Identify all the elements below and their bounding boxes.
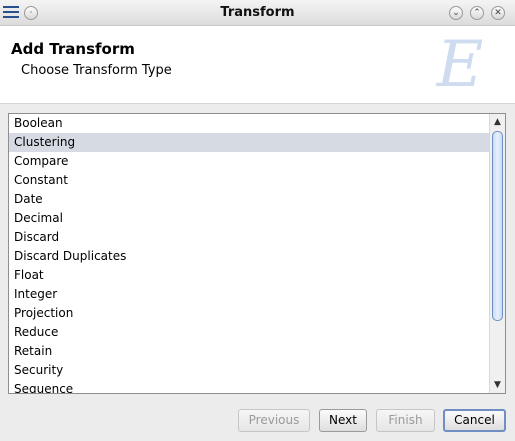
scroll-up-arrow-icon[interactable]: ▲ — [490, 114, 505, 130]
window-title: Transform — [220, 5, 295, 20]
list-item[interactable]: Sequence — [9, 380, 490, 393]
close-button[interactable]: ✕ — [491, 6, 505, 20]
page-title: Add Transform — [11, 40, 135, 58]
list-item[interactable]: Clustering — [9, 133, 490, 152]
scrollbar-thumb[interactable] — [492, 131, 503, 321]
list-item[interactable]: Boolean — [9, 114, 490, 133]
scroll-down-arrow-icon[interactable]: ▼ — [490, 377, 505, 393]
list-item[interactable]: Date — [9, 190, 490, 209]
previous-button[interactable]: Previous — [238, 409, 310, 432]
wizard-logo-icon: E — [436, 28, 484, 102]
list-item[interactable]: Retain — [9, 342, 490, 361]
list-item[interactable]: Discard — [9, 228, 490, 247]
list-item[interactable]: Decimal — [9, 209, 490, 228]
vertical-scrollbar[interactable]: ▲ ▼ — [489, 114, 505, 393]
list-item[interactable]: Security — [9, 361, 490, 380]
list-item[interactable]: Reduce — [9, 323, 490, 342]
minimize-button[interactable]: ⌄ — [449, 6, 463, 20]
list-item[interactable]: Constant — [9, 171, 490, 190]
list-items: Boolean Clustering Compare Constant Date Deci… — [9, 114, 490, 393]
page-subtitle: Choose Transform Type — [21, 63, 172, 78]
next-button[interactable]: Next — [319, 409, 367, 432]
list-item[interactable]: Projection — [9, 304, 490, 323]
transform-type-list[interactable]: Boolean Clustering Compare Constant Date Deci… — [8, 113, 506, 394]
wizard-header: Add Transform Choose Transform Type E — [0, 26, 515, 104]
list-item[interactable]: Integer — [9, 285, 490, 304]
list-item[interactable]: Compare — [9, 152, 490, 171]
list-item[interactable]: Float — [9, 266, 490, 285]
list-item[interactable]: Discard Duplicates — [9, 247, 490, 266]
transform-dialog: · Transform ⌄ ⌃ ✕ Add Transform Choose T… — [0, 0, 515, 441]
maximize-button[interactable]: ⌃ — [470, 6, 484, 20]
finish-button[interactable]: Finish — [376, 409, 435, 432]
cancel-button[interactable]: Cancel — [443, 409, 506, 432]
title-bar[interactable]: · Transform ⌄ ⌃ ✕ — [0, 0, 515, 26]
